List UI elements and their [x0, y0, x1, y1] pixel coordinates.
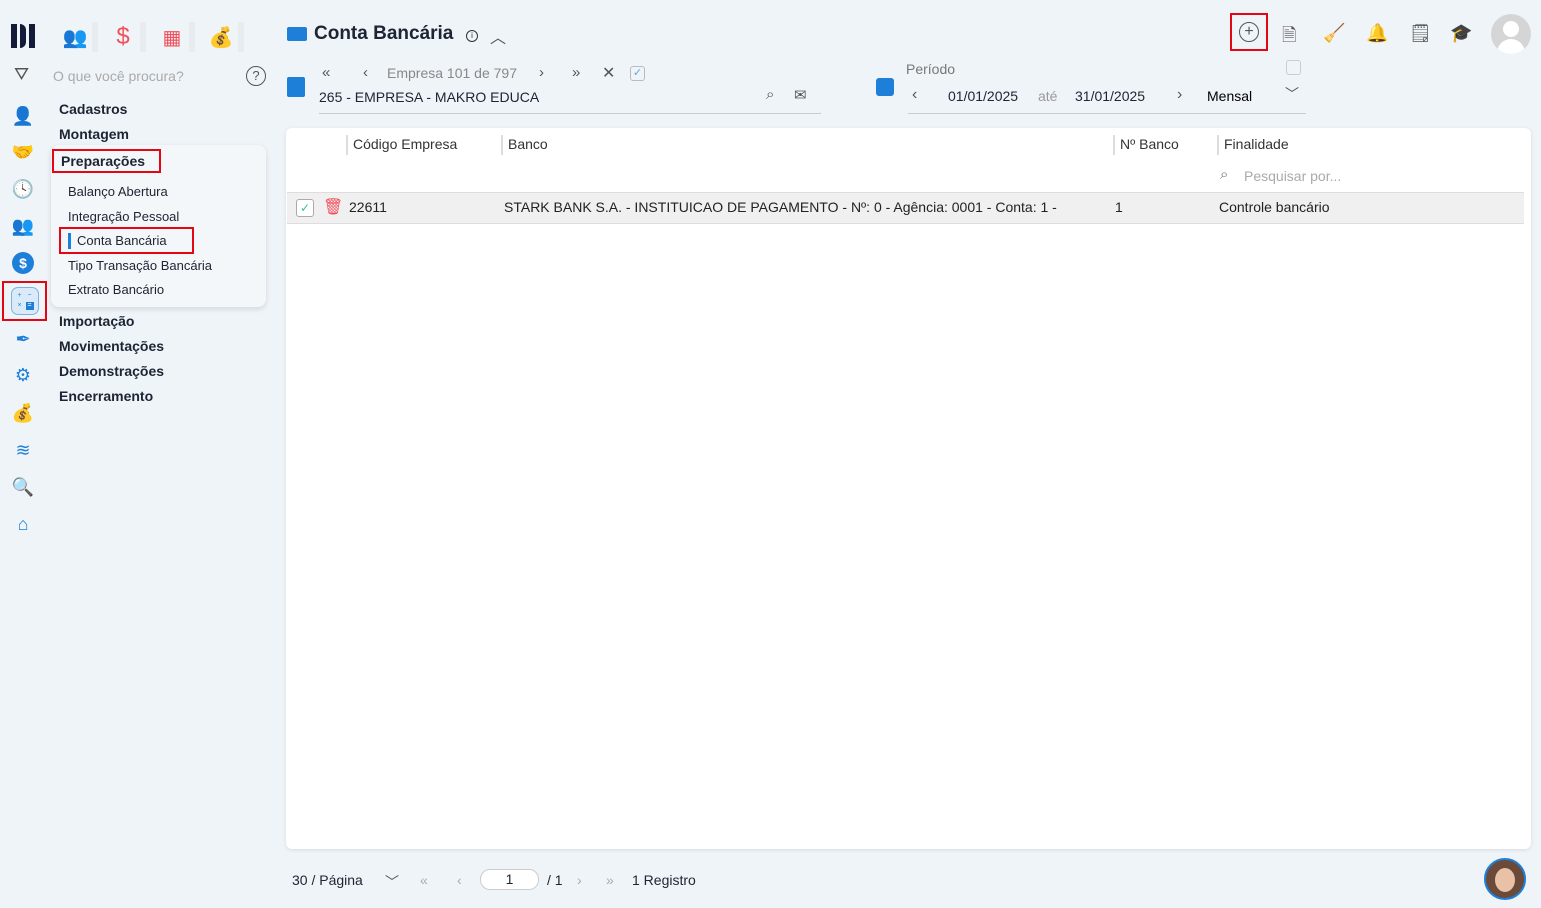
user-avatar[interactable] [1491, 14, 1531, 54]
submenu-balanco-abertura[interactable]: Balanço Abertura [68, 184, 168, 199]
menu-search-input[interactable]: O que você procura? [53, 68, 184, 84]
page-title: Conta Bancária [314, 23, 454, 44]
company-nav-text: Empresa 101 de 797 [387, 65, 517, 81]
next-period-icon[interactable]: › [1177, 86, 1182, 104]
cell-codigo: 22611 [349, 199, 387, 215]
table-panel [286, 128, 1531, 849]
submenu-integracao-pessoal[interactable]: Integração Pessoal [68, 209, 179, 224]
date-from[interactable]: 01/01/2025 [948, 88, 1018, 104]
broom-icon[interactable]: 🧹 [1323, 23, 1345, 44]
company-search-icon[interactable]: ⌕ [766, 86, 774, 103]
handshake-icon[interactable]: 🤝 [11, 140, 35, 164]
period-type-select[interactable]: Mensal [1207, 88, 1252, 104]
cell-finalidade: Controle bancário [1219, 199, 1330, 215]
cell-numero: 1 [1115, 199, 1123, 215]
date-separator: até [1038, 88, 1058, 104]
submenu-extrato-bancario[interactable]: Extrato Bancário [68, 282, 164, 297]
people-module-icon[interactable]: 👥 [58, 22, 98, 52]
graduation-cap-icon[interactable]: 🎓 [1450, 23, 1472, 44]
dollar-circle-icon[interactable]: $ [11, 251, 35, 275]
finalidade-search-input[interactable]: Pesquisar por... [1244, 168, 1341, 184]
col-numero-banco[interactable]: Nº Banco [1113, 135, 1179, 155]
search-icon[interactable]: 🔍 [11, 475, 35, 499]
period-label: Período [906, 61, 956, 77]
layers-icon[interactable]: ≋ [11, 438, 35, 462]
app-logo[interactable] [11, 24, 37, 48]
per-page-select[interactable]: 30 / Página [292, 872, 363, 888]
col-finalidade[interactable]: Finalidade [1217, 135, 1289, 155]
menu-preparacoes[interactable]: Preparações [52, 149, 161, 173]
collapse-chevron-icon[interactable]: ︿ [490, 24, 506, 48]
clear-icon[interactable]: ✕ [602, 63, 615, 83]
dollar-module-icon[interactable]: $ [106, 22, 146, 52]
submenu-tipo-transacao[interactable]: Tipo Transação Bancária [68, 258, 212, 273]
submenu-conta-bancaria: Conta Bancária [77, 233, 167, 248]
clock-icon[interactable]: 🕓 [11, 177, 35, 201]
prev-page-icon[interactable]: ‹ [457, 872, 462, 888]
money-bag-module-icon[interactable]: 💰 [204, 22, 244, 52]
period-chevron-down-icon[interactable]: ﹀ [1285, 84, 1299, 104]
assistant-avatar[interactable] [1484, 858, 1526, 900]
document-icon[interactable]: 🗎 [1282, 23, 1296, 53]
monitor-icon [287, 27, 307, 41]
next-company-icon[interactable]: › [539, 64, 544, 81]
column-search-icon: ⌕ [1220, 166, 1229, 183]
add-button[interactable]: + [1230, 13, 1268, 51]
user-settings-icon[interactable]: 👤 [11, 104, 35, 128]
calculator-icon: + − × = [10, 287, 39, 315]
menu-encerramento[interactable]: Encerramento [59, 388, 153, 404]
building-icon [287, 77, 305, 97]
period-checkbox[interactable] [1286, 60, 1301, 75]
calculator-rail-button[interactable]: + − × = [2, 281, 47, 321]
last-company-icon[interactable]: » [572, 64, 580, 81]
prev-company-icon[interactable]: ‹ [363, 64, 368, 81]
menu-demonstracoes[interactable]: Demonstrações [59, 363, 164, 379]
prev-period-icon[interactable]: ‹ [912, 86, 917, 104]
records-count: 1 Registro [632, 872, 696, 888]
company-checkbox[interactable]: ✓ [630, 66, 645, 81]
period-underline [908, 113, 1306, 114]
per-page-chevron-icon[interactable]: ﹀ [385, 872, 399, 892]
filter-icon[interactable]: ⛛ [14, 64, 29, 85]
users-icon[interactable]: 👥 [11, 214, 35, 238]
calendar-icon [876, 78, 894, 96]
trash-icon[interactable]: 🗑 [323, 197, 343, 217]
submenu-conta-bancaria-selected[interactable]: Conta Bancária [59, 227, 194, 254]
date-to[interactable]: 31/01/2025 [1075, 88, 1145, 104]
total-pages: / 1 [547, 872, 563, 888]
row-checkbox[interactable]: ✓ [296, 199, 314, 217]
bell-icon[interactable]: 🔔 [1366, 23, 1388, 44]
pen-tool-icon[interactable]: ✒ [11, 327, 35, 351]
next-page-icon[interactable]: › [577, 872, 582, 888]
info-icon[interactable]: i [466, 30, 478, 42]
report-search-icon[interactable]: 🗒 [1409, 23, 1432, 44]
col-banco[interactable]: Banco [501, 135, 548, 155]
menu-movimentacoes[interactable]: Movimentações [59, 338, 164, 354]
col-codigo-empresa[interactable]: Código Empresa [346, 135, 457, 155]
page-input[interactable]: 1 [480, 869, 539, 890]
first-company-icon[interactable]: « [322, 64, 330, 81]
menu-importacao[interactable]: Importação [59, 313, 134, 329]
money-bag-icon[interactable]: 💰 [11, 401, 35, 425]
cell-banco: STARK BANK S.A. - INSTITUICAO DE PAGAMEN… [504, 199, 1057, 215]
first-page-icon[interactable]: « [420, 872, 428, 888]
company-name[interactable]: 265 - EMPRESA - MAKRO EDUCA [319, 89, 539, 105]
help-icon[interactable]: ? [246, 66, 266, 86]
gear-network-icon[interactable]: ⚙ [11, 363, 35, 387]
plus-circle-icon: + [1239, 22, 1259, 42]
last-page-icon[interactable]: » [606, 872, 614, 888]
calculator-module-icon[interactable]: ▦ [155, 22, 195, 52]
menu-montagem[interactable]: Montagem [59, 126, 129, 142]
menu-cadastros[interactable]: Cadastros [59, 101, 127, 117]
company-underline [319, 113, 821, 114]
home-icon[interactable]: ⌂ [11, 512, 35, 536]
email-icon[interactable]: ✉ [794, 86, 807, 104]
